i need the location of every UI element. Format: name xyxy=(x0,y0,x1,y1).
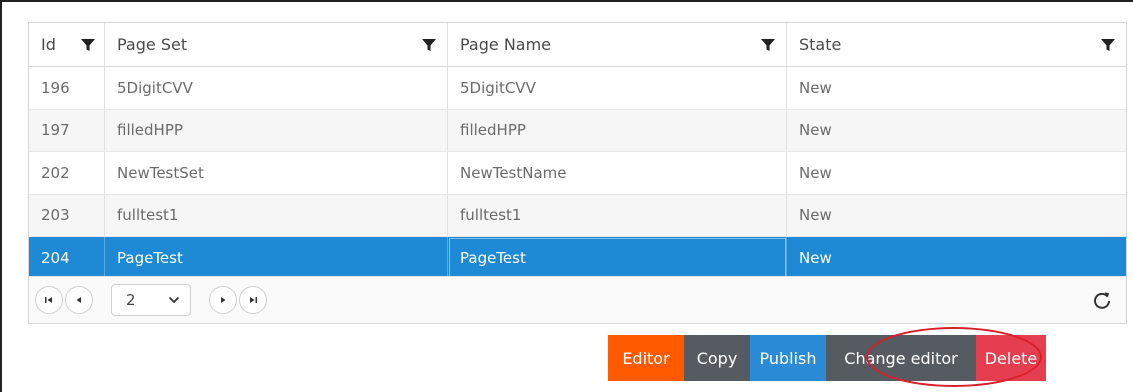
filter-icon[interactable] xyxy=(760,37,776,53)
change-editor-button[interactable]: Change editor xyxy=(826,335,976,381)
cell-id: 203 xyxy=(29,194,105,236)
filter-icon[interactable] xyxy=(1100,37,1116,53)
next-page-button[interactable] xyxy=(209,286,237,314)
cell-state: New xyxy=(799,163,832,182)
cell-id: 197 xyxy=(29,109,105,151)
prev-page-button[interactable] xyxy=(65,286,93,314)
cell-page-name: PageTest xyxy=(448,237,787,278)
cell-page-name: 5DigitCVV xyxy=(448,67,787,109)
cell-page-set: PageTest xyxy=(105,237,448,278)
table-row-selected[interactable]: 204 PageTest PageTest New xyxy=(29,237,1126,278)
chevron-down-icon xyxy=(168,296,180,304)
delete-button[interactable]: Delete xyxy=(976,335,1046,381)
window-frame: Id Page Set Page Name State 196 5DigitCV… xyxy=(0,0,1133,392)
refresh-icon[interactable] xyxy=(1092,290,1112,310)
page-select[interactable]: 2 xyxy=(111,284,191,316)
table-row[interactable]: 197 filledHPP filledHPP New xyxy=(29,109,1126,152)
column-header-page-name[interactable]: Page Name xyxy=(448,23,787,66)
editor-button[interactable]: Editor xyxy=(608,335,684,381)
table-row[interactable]: 203 fulltest1 fulltest1 New xyxy=(29,194,1126,237)
cell-page-set: NewTestSet xyxy=(105,152,448,194)
prev-page-icon xyxy=(76,297,81,303)
action-toolbar: Editor Copy Publish Change editor Delete xyxy=(608,335,1046,381)
cell-state: New xyxy=(799,248,832,267)
cell-page-name: filledHPP xyxy=(448,109,787,151)
cell-page-set: filledHPP xyxy=(105,109,448,151)
column-header-label: Page Set xyxy=(117,35,188,54)
first-page-button[interactable] xyxy=(35,286,63,314)
column-header-label: Page Name xyxy=(460,35,552,54)
cell-page-set: fulltest1 xyxy=(105,194,448,236)
cell-page-set: 5DigitCVV xyxy=(105,67,448,109)
column-header-label: Id xyxy=(41,35,56,54)
last-page-icon xyxy=(250,297,257,303)
cell-state: New xyxy=(799,206,832,225)
cell-page-name: fulltest1 xyxy=(448,194,787,236)
publish-button[interactable]: Publish xyxy=(750,335,826,381)
column-header-label: State xyxy=(799,35,842,54)
column-header-state[interactable]: State xyxy=(787,23,1126,66)
grid-pager: 2 xyxy=(29,276,1126,323)
grid-header: Id Page Set Page Name State xyxy=(29,23,1126,67)
copy-button[interactable]: Copy xyxy=(684,335,750,381)
cell-state: New xyxy=(799,78,832,97)
cell-state: New xyxy=(799,121,832,140)
cell-page-name: NewTestName xyxy=(448,152,787,194)
first-page-icon xyxy=(45,297,52,303)
filter-icon[interactable] xyxy=(80,37,96,53)
cell-id: 202 xyxy=(29,152,105,194)
last-page-button[interactable] xyxy=(239,286,267,314)
current-page: 2 xyxy=(126,291,136,309)
cell-id: 196 xyxy=(29,67,105,109)
column-header-id[interactable]: Id xyxy=(29,23,105,66)
pages-grid: Id Page Set Page Name State 196 5DigitCV… xyxy=(28,22,1127,324)
table-row[interactable]: 202 NewTestSet NewTestName New xyxy=(29,152,1126,195)
filter-icon[interactable] xyxy=(421,37,437,53)
cell-id: 204 xyxy=(29,237,105,278)
column-header-page-set[interactable]: Page Set xyxy=(105,23,448,66)
next-page-icon xyxy=(221,297,226,303)
table-row[interactable]: 196 5DigitCVV 5DigitCVV New xyxy=(29,67,1126,110)
